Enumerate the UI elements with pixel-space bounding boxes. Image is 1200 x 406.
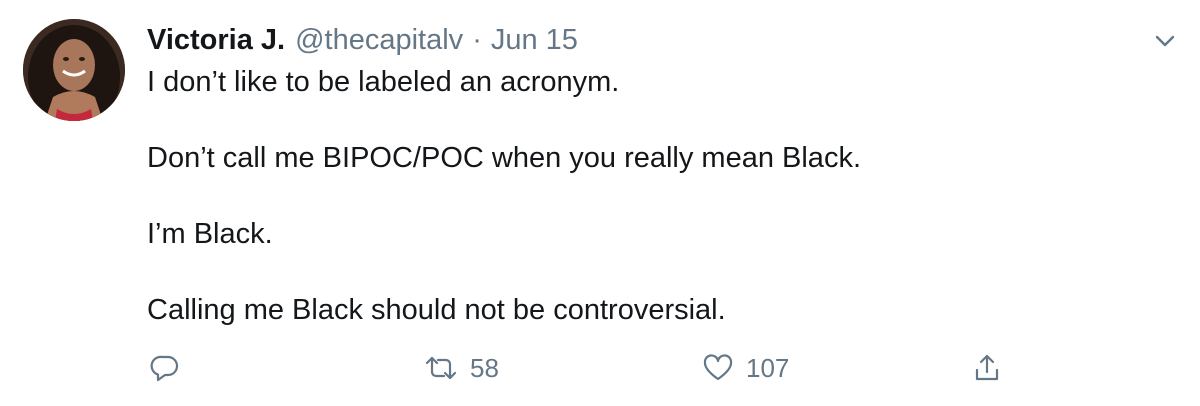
chevron-down-icon[interactable] <box>1150 26 1180 56</box>
tweet-text-line: I’m Black. <box>147 218 273 250</box>
like-count: 107 <box>746 352 790 383</box>
reply-button[interactable] <box>150 348 180 388</box>
author-handle[interactable]: @thecapitalv <box>295 24 463 57</box>
tweet-header: Victoria J. @thecapitalv · Jun 15 <box>147 20 578 60</box>
like-button[interactable]: 107 <box>702 348 789 388</box>
tweet-date[interactable]: Jun 15 <box>491 24 578 57</box>
share-icon <box>972 352 1002 384</box>
separator-dot: · <box>472 23 482 56</box>
retweet-button[interactable]: 58 <box>424 348 499 388</box>
heart-icon <box>702 353 734 383</box>
author-display-name[interactable]: Victoria J. <box>147 24 285 57</box>
reply-icon <box>150 353 180 383</box>
tweet-text: I don’t like to be labeled an acronym. D… <box>147 64 1147 328</box>
tweet-text-line: I don’t like to be labeled an acronym. <box>147 66 620 98</box>
share-button[interactable] <box>972 348 1002 388</box>
retweet-icon <box>424 353 458 383</box>
avatar[interactable] <box>23 19 125 121</box>
retweet-count: 58 <box>470 352 499 383</box>
tweet-text-line: Don’t call me BIPOC/POC when you really … <box>147 142 861 174</box>
tweet-text-line: Calling me Black should not be controver… <box>147 294 726 326</box>
